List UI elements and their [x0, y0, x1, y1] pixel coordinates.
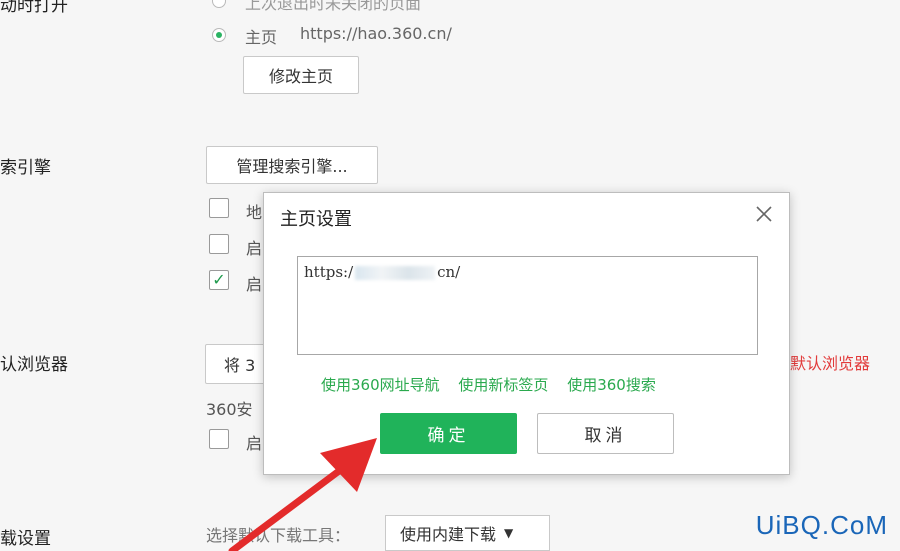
watermark: UiBQ.CoM [755, 510, 888, 540]
red-arrow-annotation [228, 438, 377, 551]
